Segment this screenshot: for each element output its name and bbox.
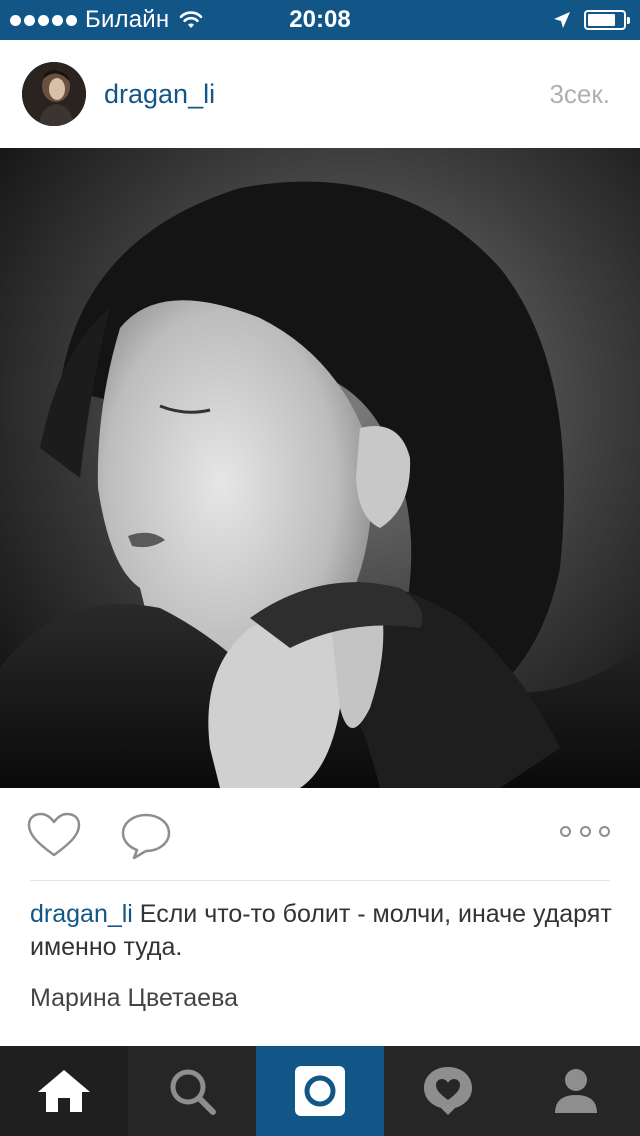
camera-icon [295,1066,345,1116]
three-dots-icon[interactable] [560,822,610,840]
home-icon [38,1070,90,1112]
status-clock: 20:08 [289,6,351,33]
tab-bar [0,1046,640,1136]
avatar-image [22,62,86,126]
avatar[interactable] [22,62,86,126]
post-username[interactable]: dragan_li [104,40,215,148]
tab-profile[interactable] [512,1046,640,1136]
heart-bubble-icon [424,1067,472,1115]
status-bar: Билайн 20:08 [0,0,640,40]
caption-author: Марина Цветаева [30,984,238,1012]
post-actions [0,788,640,880]
heart-outline-icon[interactable] [26,812,82,858]
caption-divider [30,880,610,881]
location-arrow-icon [554,12,570,28]
person-icon [555,1069,597,1113]
battery-level [588,14,615,26]
post-caption: dragan_li Если что-то болит - молчи, ина… [30,898,615,964]
post-header: dragan_li 3сек. [0,40,640,148]
battery-icon [584,10,630,30]
tab-search[interactable] [128,1046,256,1136]
search-icon [170,1069,216,1115]
status-right [552,0,630,40]
caption-username[interactable]: dragan_li [30,900,133,928]
post-timestamp: 3сек. [549,79,610,109]
tab-activity[interactable] [384,1046,512,1136]
tab-home[interactable] [0,1046,128,1136]
post-photo[interactable] [0,148,640,788]
tab-camera[interactable] [256,1046,384,1136]
speech-bubble-icon[interactable] [120,812,172,860]
post-image [0,148,640,788]
